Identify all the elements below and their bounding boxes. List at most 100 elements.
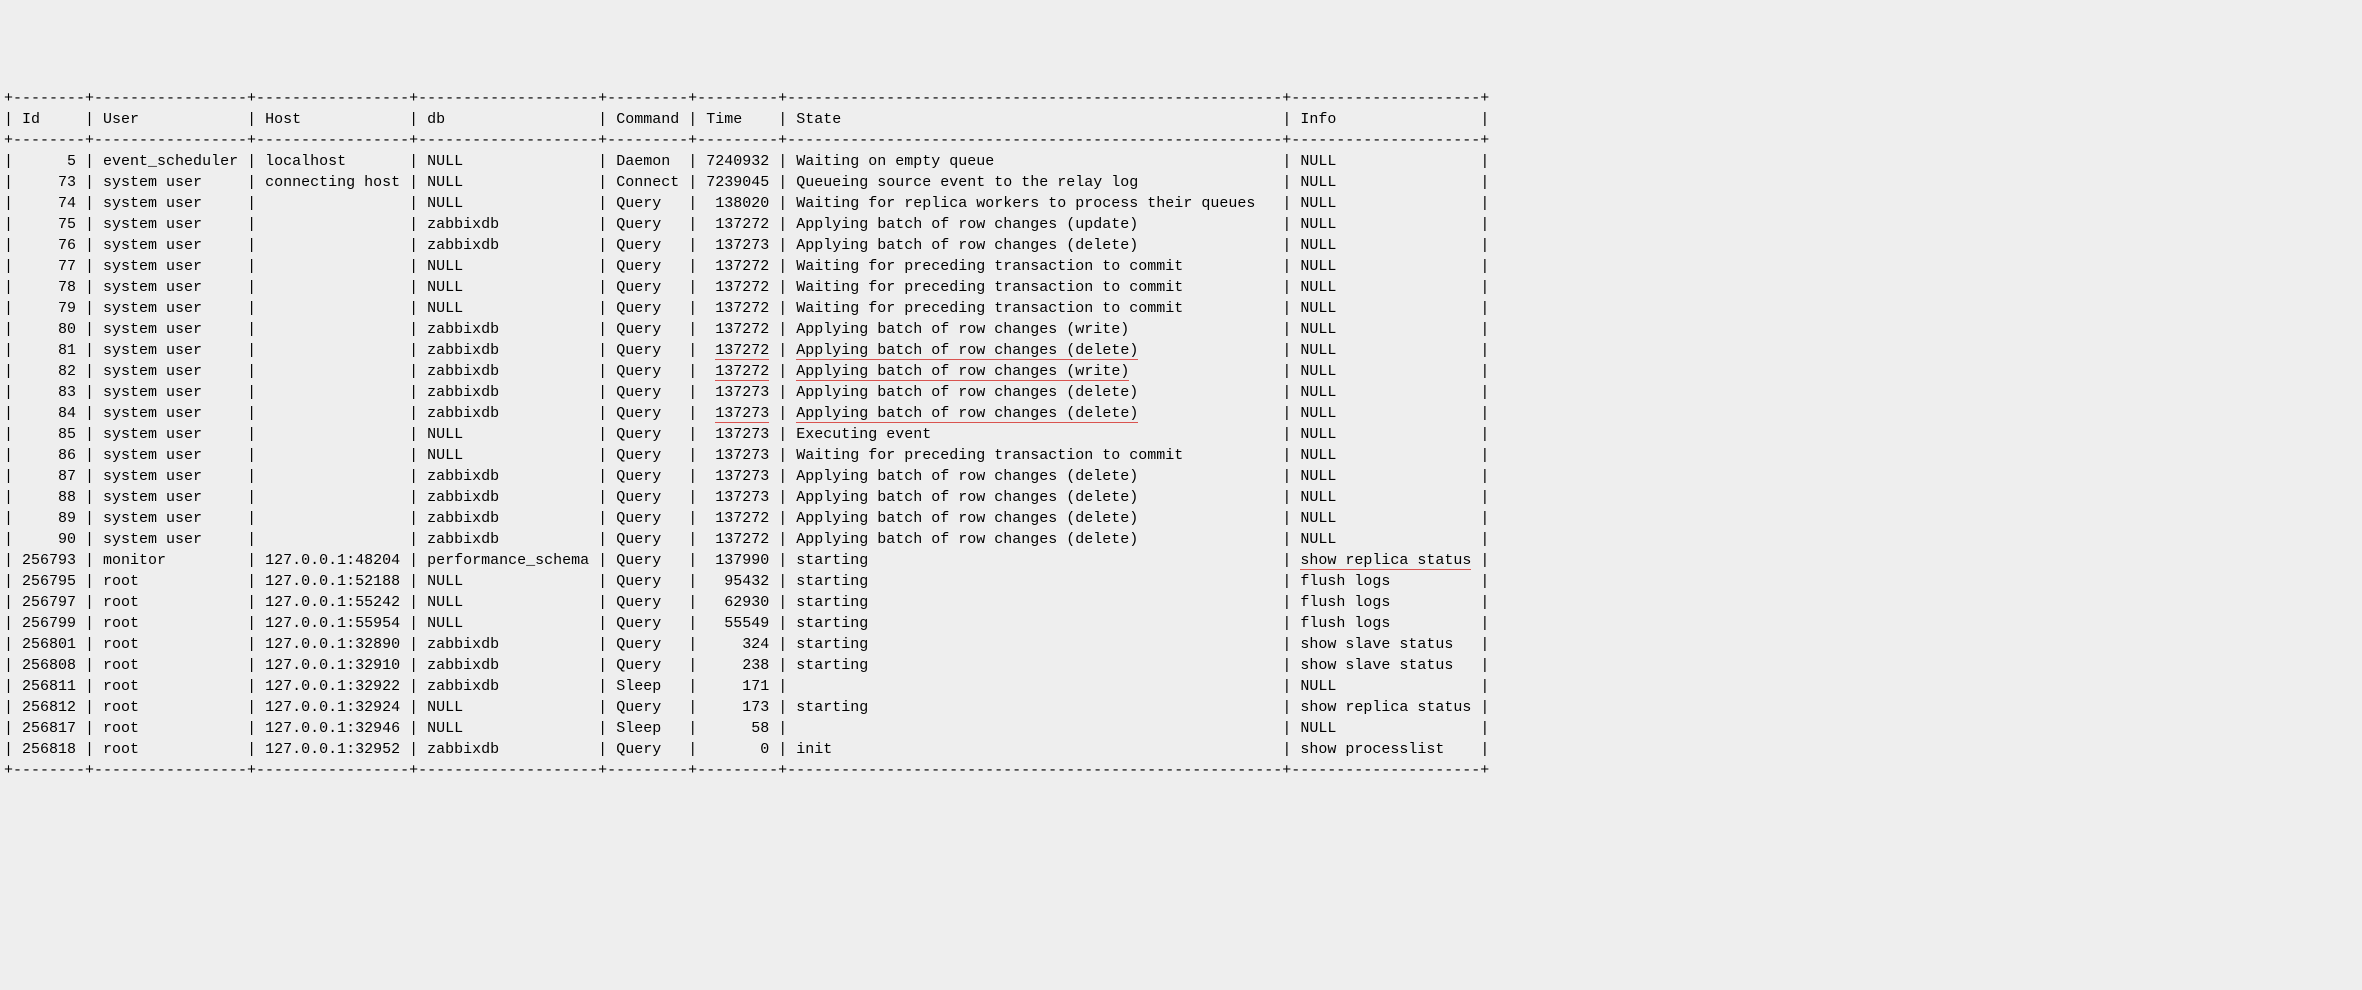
separator: |: [76, 510, 103, 527]
cell-command: Query: [616, 363, 679, 380]
separator: |: [1273, 678, 1300, 695]
separator: |: [589, 405, 616, 422]
cell-id: 256808: [22, 657, 76, 674]
separator: |: [238, 657, 265, 674]
separator: |: [1471, 489, 1489, 506]
col-id: Id: [22, 111, 76, 128]
separator: |: [679, 699, 706, 716]
separator: |: [1471, 510, 1489, 527]
separator: |: [1273, 342, 1300, 359]
separator: |: [679, 573, 706, 590]
separator: |: [769, 510, 796, 527]
cell-state-pad: [1129, 363, 1273, 380]
cell-time: 137272: [706, 531, 769, 548]
separator: |: [1471, 594, 1489, 611]
cell-db: NULL: [427, 426, 589, 443]
separator: |: [1273, 657, 1300, 674]
separator: |: [4, 447, 22, 464]
separator: |: [4, 531, 22, 548]
table-row: | 256797 | root | 127.0.0.1:55242 | NULL…: [4, 592, 2358, 613]
separator: |: [679, 510, 706, 527]
processlist-table: +--------+-----------------+------------…: [4, 88, 2358, 781]
separator: |: [4, 258, 22, 275]
cell-id: 73: [22, 174, 76, 191]
separator: |: [238, 615, 265, 632]
table-row: | 73 | system user | connecting host | N…: [4, 172, 2358, 193]
separator: |: [4, 594, 22, 611]
separator: |: [400, 216, 427, 233]
separator: |: [1471, 573, 1489, 590]
separator: |: [400, 384, 427, 401]
cell-info: NULL: [1300, 195, 1471, 212]
separator: |: [4, 468, 22, 485]
separator: |: [76, 573, 103, 590]
cell-user: system user: [103, 531, 238, 548]
cell-id: 85: [22, 426, 76, 443]
table-row: | 256795 | root | 127.0.0.1:52188 | NULL…: [4, 571, 2358, 592]
cell-db: NULL: [427, 153, 589, 170]
cell-db: NULL: [427, 615, 589, 632]
separator: |: [1273, 447, 1300, 464]
cell-info: NULL: [1300, 258, 1471, 275]
cell-command: Query: [616, 447, 679, 464]
cell-host: [265, 279, 400, 296]
separator: |: [1273, 258, 1300, 275]
cell-command: Query: [616, 405, 679, 422]
cell-command: Query: [616, 510, 679, 527]
separator: |: [1471, 741, 1489, 758]
separator: |: [589, 153, 616, 170]
cell-host: connecting host: [265, 174, 400, 191]
cell-id: 90: [22, 531, 76, 548]
cell-command: Query: [616, 468, 679, 485]
table-row: | 89 | system user | | zabbixdb | Query …: [4, 508, 2358, 529]
separator: |: [1273, 636, 1300, 653]
cell-host: [265, 195, 400, 212]
cell-state: starting: [796, 657, 1273, 674]
separator: |: [769, 531, 796, 548]
cell-state: Waiting for preceding transaction to com…: [796, 258, 1273, 275]
separator: |: [1471, 321, 1489, 338]
cell-time: 137272: [706, 510, 769, 527]
separator: |: [1273, 615, 1300, 632]
cell-time-pad: [706, 363, 715, 380]
separator: |: [400, 468, 427, 485]
cell-state: Applying batch of row changes (update): [796, 216, 1273, 233]
separator: |: [1471, 279, 1489, 296]
cell-command: Query: [616, 615, 679, 632]
separator: |: [4, 510, 22, 527]
cell-command: Query: [616, 342, 679, 359]
cell-user: root: [103, 699, 238, 716]
separator: |: [400, 531, 427, 548]
cell-info: show replica status: [1300, 552, 1471, 570]
cell-time: 137273: [706, 237, 769, 254]
separator: |: [679, 321, 706, 338]
cell-time: 0: [706, 741, 769, 758]
cell-user: system user: [103, 174, 238, 191]
cell-time: 7240932: [706, 153, 769, 170]
cell-id: 77: [22, 258, 76, 275]
separator: |: [238, 342, 265, 359]
separator: |: [76, 678, 103, 695]
separator: |: [4, 300, 22, 317]
separator: |: [76, 174, 103, 191]
cell-command: Query: [616, 258, 679, 275]
cell-info: NULL: [1300, 426, 1471, 443]
separator: |: [589, 384, 616, 401]
separator: |: [769, 342, 796, 359]
separator: |: [400, 657, 427, 674]
separator: |: [679, 174, 706, 191]
separator: |: [589, 699, 616, 716]
separator: |: [769, 111, 796, 128]
separator: |: [4, 699, 22, 716]
cell-state: Applying batch of row changes (delete): [796, 510, 1273, 527]
cell-time: 137990: [706, 552, 769, 569]
separator: |: [589, 258, 616, 275]
separator: |: [76, 699, 103, 716]
separator: |: [679, 258, 706, 275]
cell-user: system user: [103, 258, 238, 275]
separator: |: [679, 468, 706, 485]
separator: |: [589, 300, 616, 317]
cell-state: Waiting for replica workers to process t…: [796, 195, 1273, 212]
cell-id: 256811: [22, 678, 76, 695]
separator: |: [4, 741, 22, 758]
